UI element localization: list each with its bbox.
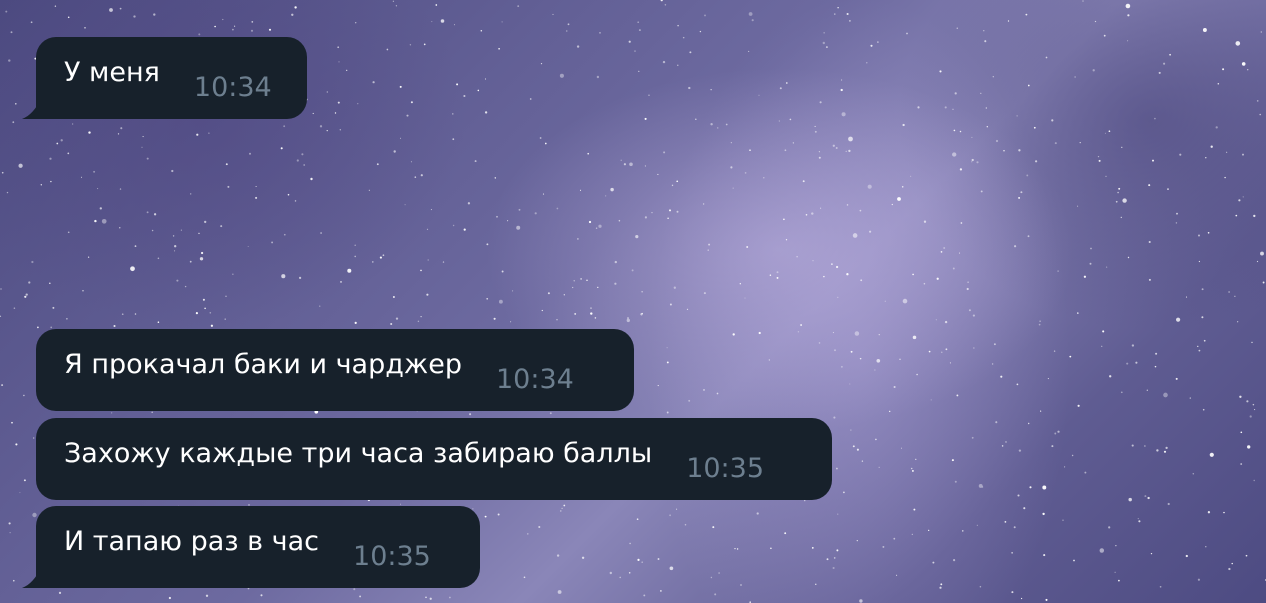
message-bubble[interactable]: Я прокачал баки и чарджер 10:34 [36, 329, 634, 411]
message-bubble[interactable]: И тапаю раз в час 10:35 [22, 506, 480, 588]
message-timestamp: 10:34 [193, 71, 272, 103]
message-text: Я прокачал баки и чарджер [64, 348, 462, 380]
message-timestamp: 10:34 [496, 363, 574, 395]
message-text: У меня [64, 56, 160, 88]
message-bubble[interactable]: У меня 10:34 [22, 37, 307, 119]
bubble-tail [22, 97, 42, 119]
message-text: И тапаю раз в час [64, 525, 320, 557]
message-timestamp: 10:35 [686, 452, 764, 484]
message-timestamp: 10:35 [353, 540, 431, 572]
message-text: Захожу каждые три часа забираю баллы [64, 437, 653, 469]
message-bubble[interactable]: Захожу каждые три часа забираю баллы 10:… [36, 418, 832, 500]
chat-message-list[interactable]: У меня 10:34 Я прокачал баки и чарджер 1… [0, 0, 1266, 603]
bubble-tail [22, 566, 42, 588]
